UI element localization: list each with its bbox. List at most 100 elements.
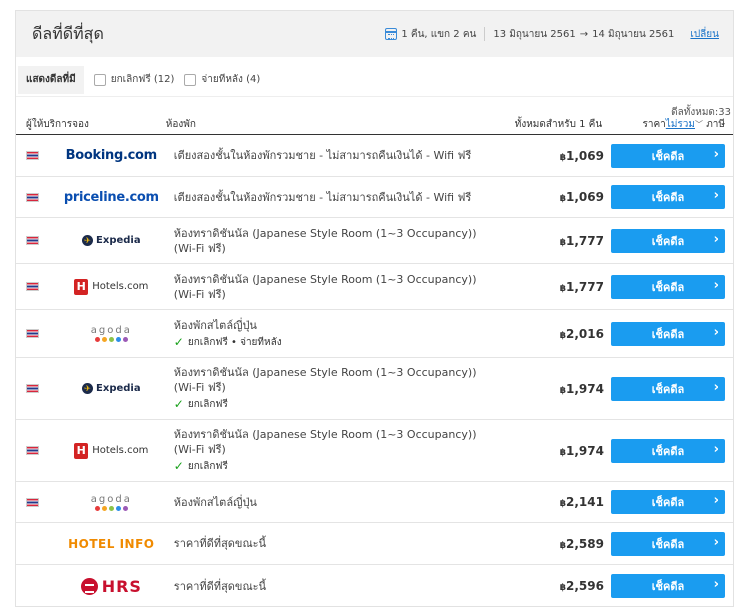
price: ฿1,069 (507, 190, 604, 204)
check-deal-button[interactable]: เช็คดีล › (611, 228, 725, 253)
table-row: agoda ห้องพักสไตล์ญี่ปุ่น ✓ ยกเลิกฟรี • จ… (16, 310, 733, 358)
room-description: ห้องทราดิชันนัล (Japanese Style Room (1~… (174, 365, 507, 412)
chevron-right-icon: › (713, 146, 719, 162)
deals-header: ดีลที่ดีที่สุด 1 คืน, แขก 2 คน 13 มิถุนา… (16, 11, 733, 57)
check-deal-button[interactable]: เช็คดีล › (611, 321, 725, 346)
price-value: 2,589 (565, 536, 604, 551)
table-row: priceline.com เตียงสองชั้นในห้องพักรวมชา… (16, 177, 733, 218)
provider-logo-expedia: ✈ Expedia (49, 235, 174, 246)
room-description: ราคาที่ดีที่สุดขณะนี้ (174, 579, 507, 594)
room-name: เตียงสองชั้นในห้องพักรวมชาย - ไม่สามารถค… (173, 190, 472, 204)
provider-logo-priceline: priceline.com (49, 190, 174, 205)
page-title: ดีลที่ดีที่สุด (32, 23, 104, 43)
button-label: เช็คดีล (651, 234, 685, 248)
check-deal-button[interactable]: เช็คดีล › (611, 274, 725, 299)
filter-option-label: จ่ายทีหลัง (4) (201, 74, 261, 85)
price: ฿1,974 (507, 382, 604, 396)
room-description: เตียงสองชั้นในห้องพักรวมชาย - ไม่สามารถค… (174, 190, 507, 205)
chevron-right-icon: › (713, 324, 719, 340)
change-dates-link[interactable]: เปลี่ยน (690, 27, 719, 42)
tax-label: ภาษี (706, 119, 725, 130)
room-name: ราคาที่ดีที่สุดขณะนี้ (173, 537, 267, 550)
expedia-plane-icon: ✈ (82, 235, 94, 246)
chevron-down-icon[interactable]: ﹀ (695, 120, 703, 129)
provider-logo-hotelinfo: HOTEL INFO (49, 537, 174, 551)
check-deal-button[interactable]: เช็คดีล › (611, 574, 725, 598)
check-deal-button[interactable]: เช็คดีล › (611, 185, 725, 209)
table-row: ✈ Expedia ห้องทราดิชันนัล (Japanese Style… (16, 218, 733, 264)
col-provider: ผู้ให้บริการจอง (26, 119, 89, 130)
provider-name: Booking.com (65, 148, 158, 163)
button-label: เช็คดีล (651, 149, 685, 163)
check-icon: ✓ (173, 459, 184, 473)
col-price-tax: ราคาไม่รวม﹀ ภาษี (602, 117, 733, 132)
price-value: 2,141 (565, 495, 604, 509)
room-name: ห้องทราดิชันนัล (Japanese Style Room (1~… (173, 272, 477, 301)
checkbox[interactable] (93, 73, 106, 86)
table-row: Booking.com เตียงสองชั้นในห้องพักรวมชาย … (16, 135, 733, 177)
check-deal-button[interactable]: เช็คดีล › (611, 143, 725, 168)
perk-text: ยกเลิกฟรี (187, 399, 228, 410)
room-description: ห้องทราดิชันนัล (Japanese Style Room (1~… (174, 226, 507, 256)
room-description: ราคาที่ดีที่สุดขณะนี้ (174, 536, 507, 551)
room-description: ห้องพักสไตล์ญี่ปุ่น (174, 495, 507, 510)
check-deal-button[interactable]: เช็คดีล › (611, 490, 725, 514)
check-deal-button[interactable]: เช็คดีล › (611, 531, 725, 556)
price: ฿2,596 (507, 579, 604, 593)
checkin-date: 13 มิถุนายน 2561 (493, 28, 576, 40)
thai-flag-icon (26, 329, 39, 338)
price-value: 1,777 (565, 279, 604, 294)
price: ฿1,974 (507, 444, 604, 458)
room-description: เตียงสองชั้นในห้องพักรวมชาย - ไม่สามารถค… (174, 148, 507, 163)
provider-name: Hotels.com (92, 281, 149, 292)
provider-logo-hrs: HRS (49, 577, 174, 596)
price-value: 2,596 (565, 579, 604, 593)
price-value: 1,974 (565, 443, 604, 458)
chevron-right-icon: › (713, 188, 719, 203)
button-label: เช็คดีล (651, 327, 685, 341)
button-label: เช็คดีล (651, 444, 685, 458)
check-deal-button[interactable]: เช็คดีล › (611, 376, 725, 401)
price: ฿1,777 (507, 280, 604, 294)
agoda-dots (94, 505, 128, 511)
calendar-icon (385, 28, 398, 40)
provider-name: Expedia (96, 235, 141, 246)
checkout-date: 14 มิถุนายน 2561 (592, 28, 675, 40)
button-label: เช็คดีล (651, 537, 685, 551)
checkbox[interactable] (184, 73, 197, 86)
provider-name: agoda (90, 325, 132, 336)
chevron-right-icon: › (713, 534, 719, 550)
chevron-right-icon: › (713, 379, 719, 395)
thai-flag-icon (26, 236, 39, 245)
room-description: ห้องทราดิชันนัล (Japanese Style Room (1~… (174, 272, 507, 302)
agoda-dots (94, 337, 128, 342)
check-icon: ✓ (173, 397, 184, 411)
filter-label: แสดงดีลที่มี (18, 65, 84, 94)
button-label: เช็คดีล (651, 382, 685, 396)
arrow-right-icon: → (579, 28, 589, 40)
filter-pay-later[interactable]: จ่ายทีหลัง (4) (184, 72, 260, 87)
chevron-right-icon: › (713, 441, 719, 457)
filter-free-cancel[interactable]: ยกเลิกฟรี (12) (93, 72, 174, 87)
room-perks: ✓ ยกเลิกฟรี (174, 397, 499, 412)
room-name: ราคาที่ดีที่สุดขณะนี้ (173, 579, 267, 593)
thai-flag-icon (26, 384, 39, 393)
price-value: 1,974 (565, 381, 604, 396)
provider-logo-agoda: agoda (49, 494, 174, 511)
thai-flag-icon (26, 151, 39, 160)
tax-sort-dropdown[interactable]: ไม่รวม (666, 119, 695, 130)
check-icon: ✓ (173, 334, 184, 349)
divider (484, 27, 486, 41)
chevron-right-icon: › (713, 277, 719, 293)
room-name: ห้องพักสไตล์ญี่ปุ่น (173, 318, 257, 332)
best-deals-panel: ดีลที่ดีที่สุด 1 คืน, แขก 2 คน 13 มิถุนา… (15, 10, 734, 607)
table-row: agoda ห้องพักสไตล์ญี่ปุ่น ฿2,141 เช็คดีล… (16, 482, 733, 523)
price: ฿2,141 (507, 495, 604, 509)
chevron-right-icon: › (713, 231, 719, 247)
provider-logo-hotels: H Hotels.com (49, 442, 174, 459)
provider-logo-hotels: H Hotels.com (49, 278, 174, 295)
check-deal-button[interactable]: เช็คดีล › (611, 438, 725, 463)
price: ฿2,589 (507, 537, 604, 551)
room-description: ห้องทราดิชันนัล (Japanese Style Room (1~… (174, 427, 507, 474)
thai-flag-icon (26, 446, 39, 455)
